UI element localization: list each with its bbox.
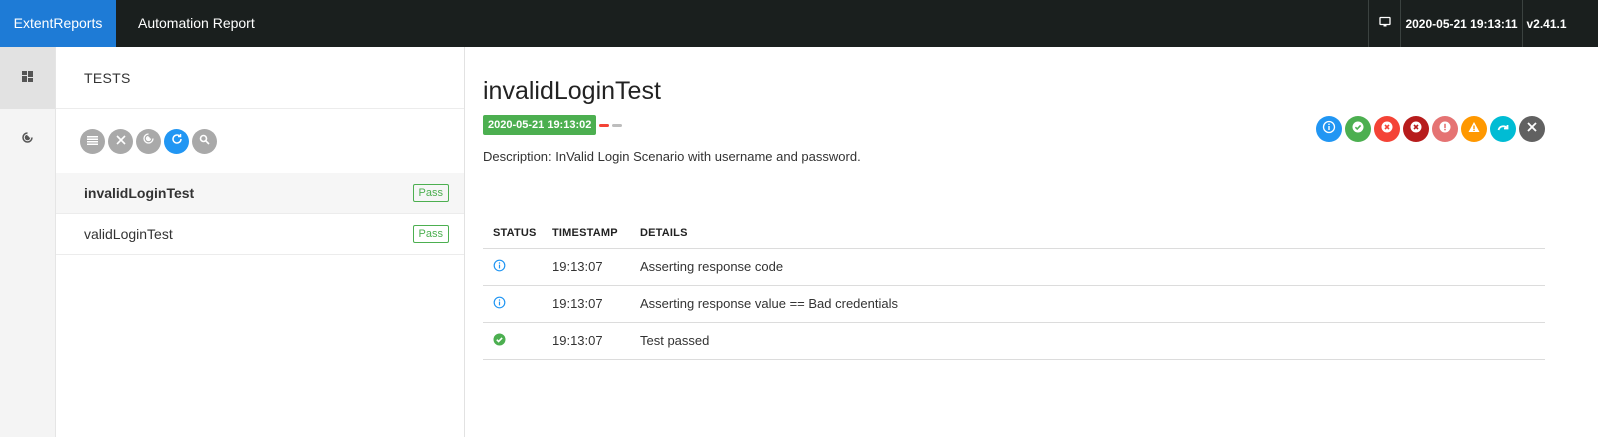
status-cell <box>483 248 542 286</box>
details-cell: Asserting response value == Bad credenti… <box>630 285 1545 323</box>
clear-filter-button[interactable] <box>108 128 133 154</box>
info-icon <box>493 296 506 312</box>
panel-title: TESTS <box>56 47 464 109</box>
skip-count-indicator <box>612 123 623 127</box>
report-date: 2020-05-21 19:13:11 <box>1400 0 1522 47</box>
column-header-status: STATUS <box>483 219 542 249</box>
refresh-icon <box>171 132 183 150</box>
filter-skip-button[interactable] <box>1490 116 1516 142</box>
timestamp-cell: 19:13:07 <box>542 285 630 323</box>
list-button[interactable] <box>80 128 105 154</box>
test-list-item[interactable]: invalidLoginTest Pass <box>56 173 464 214</box>
info-icon <box>1322 120 1336 139</box>
start-time-badge: 2020-05-21 19:13:02 <box>483 115 597 135</box>
status-cell <box>483 322 542 360</box>
tests-panel: TESTS invalidLoginTest Pass validLoginTe… <box>56 47 465 437</box>
test-detail-panel: invalidLoginTest 2020-05-21 19:13:02 Des… <box>465 47 1598 437</box>
test-name: invalidLoginTest <box>84 185 195 201</box>
top-bar-right: 2020-05-21 19:13:11 v2.41.1 <box>1368 0 1598 47</box>
left-nav <box>0 47 56 437</box>
timestamp-cell: 19:13:07 <box>542 248 630 286</box>
table-row: 19:13:07 Asserting response code <box>483 248 1545 286</box>
top-bar: ExtentReports Automation Report 2020-05-… <box>0 0 1598 47</box>
dashboard-grid-icon <box>22 69 33 87</box>
table-row: 19:13:07 Asserting response value == Bad… <box>483 285 1545 323</box>
table-header-row: STATUS TIMESTAMP DETAILS <box>483 219 1545 249</box>
timestamp-cell: 19:13:07 <box>542 322 630 360</box>
error-icon <box>1438 120 1452 139</box>
refresh-button[interactable] <box>164 128 189 154</box>
search-icon <box>199 132 210 150</box>
brand-logo[interactable]: ExtentReports <box>0 0 116 47</box>
filter-pass-button[interactable] <box>1345 116 1371 142</box>
table-row: 19:13:07 Test passed <box>483 322 1545 360</box>
test-title: invalidLoginTest <box>483 77 661 105</box>
monitor-icon <box>1378 16 1391 31</box>
clear-icon <box>1526 120 1538 138</box>
status-badge: Pass <box>412 184 449 202</box>
filter-info-button[interactable] <box>1316 116 1342 142</box>
filter-fatal-button[interactable] <box>1403 116 1429 142</box>
filter-clear-button[interactable] <box>1519 116 1545 142</box>
test-log-table: STATUS TIMESTAMP DETAILS 19:13:07 Assert… <box>483 219 1545 360</box>
filter-error-button[interactable] <box>1432 116 1458 142</box>
fatal-icon <box>1409 120 1423 139</box>
column-header-timestamp: TIMESTAMP <box>542 219 630 249</box>
report-name: Automation Report <box>138 15 255 31</box>
pass-icon <box>493 333 506 349</box>
pass-icon <box>1351 120 1365 139</box>
status-badge: Pass <box>412 225 449 243</box>
test-name: validLoginTest <box>84 226 173 242</box>
column-header-details: DETAILS <box>630 219 1545 249</box>
search-button[interactable] <box>192 128 217 154</box>
details-cell: Test passed <box>630 322 1545 360</box>
details-cell: Asserting response code <box>630 248 1545 286</box>
version-label: v2.41.1 <box>1522 0 1570 47</box>
clear-icon <box>115 132 126 150</box>
fail-count-indicator <box>599 123 610 127</box>
radar-filter-icon <box>142 132 155 150</box>
status-cell <box>483 285 542 323</box>
test-list-item[interactable]: validLoginTest Pass <box>56 214 464 255</box>
test-description: Description: InValid Login Scenario with… <box>483 149 861 164</box>
filter-warning-button[interactable] <box>1461 116 1487 142</box>
status-filter-bar <box>1316 116 1545 142</box>
list-icon <box>87 132 98 150</box>
radar-icon <box>21 131 34 149</box>
nav-item-tests[interactable] <box>0 47 55 109</box>
timestamp-row: 2020-05-21 19:13:02 <box>483 115 623 135</box>
warning-icon <box>1467 120 1481 139</box>
skip-icon <box>1496 120 1510 139</box>
fail-icon <box>1380 120 1394 139</box>
tests-toolbar <box>56 109 464 173</box>
nav-item-dashboard[interactable] <box>0 109 55 171</box>
filter-fail-button[interactable] <box>1374 116 1400 142</box>
theme-toggle-button[interactable] <box>1368 0 1400 47</box>
category-filter-button[interactable] <box>136 128 161 154</box>
info-icon <box>493 259 506 275</box>
